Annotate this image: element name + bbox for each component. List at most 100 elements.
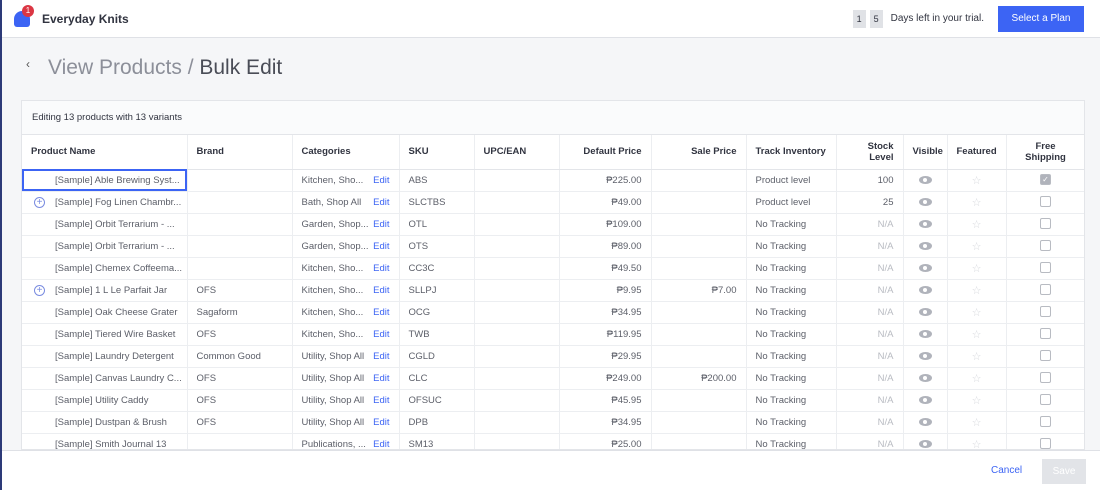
categories-cell[interactable]: Utility, Shop All Edit	[292, 411, 400, 434]
sku-cell[interactable]: OTS	[399, 235, 475, 258]
categories-cell[interactable]: Kitchen, Sho... Edit	[292, 169, 400, 192]
track-inventory-cell[interactable]: No Tracking	[746, 367, 837, 390]
default-price-cell[interactable]: ₱34.95	[559, 301, 652, 324]
brand-cell[interactable]	[187, 235, 293, 258]
brand-cell[interactable]	[187, 433, 293, 449]
eye-icon[interactable]	[918, 263, 932, 272]
free-shipping-checkbox[interactable]: ✓	[1040, 174, 1051, 186]
stock-level-cell[interactable]: 25	[836, 191, 904, 214]
free-shipping-checkbox[interactable]	[1040, 416, 1051, 428]
star-icon[interactable]: ☆	[972, 307, 982, 319]
upc-cell[interactable]	[474, 301, 560, 324]
edit-categories-link[interactable]: Edit	[373, 395, 389, 406]
brand-cell[interactable]: OFS	[187, 367, 293, 390]
sku-cell[interactable]: CC3C	[399, 257, 475, 280]
sale-price-cell[interactable]: ₱7.00	[651, 279, 747, 302]
edit-categories-link[interactable]: Edit	[373, 241, 389, 252]
default-price-cell[interactable]: ₱45.95	[559, 389, 652, 412]
visible-cell[interactable]	[903, 279, 948, 302]
upc-cell[interactable]	[474, 191, 560, 214]
column-header[interactable]: Categories	[292, 135, 400, 170]
track-inventory-cell[interactable]: No Tracking	[746, 345, 837, 368]
stock-level-cell[interactable]: N/A	[836, 279, 904, 302]
product-name-cell[interactable]: [Sample] Laundry Detergent	[22, 345, 188, 368]
stock-level-cell[interactable]: N/A	[836, 411, 904, 434]
free-shipping-cell[interactable]	[1006, 191, 1084, 214]
product-name-cell[interactable]: [Sample] Tiered Wire Basket	[22, 323, 188, 346]
edit-categories-link[interactable]: Edit	[373, 197, 389, 208]
product-name-cell[interactable]: [Sample] Dustpan & Brush	[22, 411, 188, 434]
featured-cell[interactable]: ☆	[947, 257, 1007, 280]
sku-cell[interactable]: DPB	[399, 411, 475, 434]
upc-cell[interactable]	[474, 433, 560, 449]
brand-cell[interactable]	[187, 213, 293, 236]
eye-icon[interactable]	[918, 197, 932, 206]
track-inventory-cell[interactable]: No Tracking	[746, 323, 837, 346]
stock-level-cell[interactable]: N/A	[836, 389, 904, 412]
free-shipping-checkbox[interactable]	[1040, 240, 1051, 252]
default-price-cell[interactable]: ₱249.00	[559, 367, 652, 390]
stock-level-cell[interactable]: N/A	[836, 433, 904, 449]
eye-icon[interactable]	[918, 241, 932, 250]
eye-icon[interactable]	[918, 439, 932, 448]
star-icon[interactable]: ☆	[972, 285, 982, 297]
star-icon[interactable]: ☆	[972, 241, 982, 253]
product-name-cell[interactable]: [Sample] Orbit Terrarium - ...	[22, 213, 188, 236]
breadcrumb-view-products[interactable]: View Products	[48, 56, 182, 79]
stock-level-cell[interactable]: 100	[836, 169, 904, 192]
track-inventory-cell[interactable]: No Tracking	[746, 301, 837, 324]
visible-cell[interactable]	[903, 191, 948, 214]
visible-cell[interactable]	[903, 301, 948, 324]
column-header[interactable]: UPC/EAN	[474, 135, 560, 170]
product-name-cell[interactable]: [Sample] Able Brewing Syst...	[22, 169, 188, 192]
brand-cell[interactable]: Sagaform	[187, 301, 293, 324]
sale-price-cell[interactable]	[651, 191, 747, 214]
sku-cell[interactable]: CLC	[399, 367, 475, 390]
free-shipping-cell[interactable]	[1006, 213, 1084, 236]
featured-cell[interactable]: ☆	[947, 345, 1007, 368]
brand-cell[interactable]: OFS	[187, 323, 293, 346]
star-icon[interactable]: ☆	[972, 175, 982, 187]
upc-cell[interactable]	[474, 257, 560, 280]
upc-cell[interactable]	[474, 169, 560, 192]
visible-cell[interactable]	[903, 433, 948, 449]
edit-categories-link[interactable]: Edit	[373, 373, 389, 384]
brand-cell[interactable]	[187, 191, 293, 214]
visible-cell[interactable]	[903, 367, 948, 390]
free-shipping-cell[interactable]	[1006, 433, 1084, 449]
featured-cell[interactable]: ☆	[947, 279, 1007, 302]
eye-icon[interactable]	[918, 351, 932, 360]
categories-cell[interactable]: Kitchen, Sho... Edit	[292, 279, 400, 302]
free-shipping-cell[interactable]	[1006, 411, 1084, 434]
free-shipping-cell[interactable]	[1006, 301, 1084, 324]
expand-variants-icon[interactable]: +	[34, 284, 45, 296]
brand-cell[interactable]: OFS	[187, 279, 293, 302]
edit-categories-link[interactable]: Edit	[373, 285, 389, 296]
free-shipping-cell[interactable]	[1006, 345, 1084, 368]
default-price-cell[interactable]: ₱109.00	[559, 213, 652, 236]
featured-cell[interactable]: ☆	[947, 389, 1007, 412]
featured-cell[interactable]: ☆	[947, 301, 1007, 324]
featured-cell[interactable]: ☆	[947, 367, 1007, 390]
free-shipping-cell[interactable]	[1006, 389, 1084, 412]
upc-cell[interactable]	[474, 279, 560, 302]
product-name-cell[interactable]: + [Sample] 1 L Le Parfait Jar	[22, 279, 188, 302]
eye-icon[interactable]	[918, 307, 932, 316]
featured-cell[interactable]: ☆	[947, 411, 1007, 434]
eye-icon[interactable]	[918, 395, 932, 404]
categories-cell[interactable]: Garden, Shop... Edit	[292, 235, 400, 258]
sku-cell[interactable]: SLLPJ	[399, 279, 475, 302]
column-header[interactable]: Track Inventory	[746, 135, 837, 170]
sale-price-cell[interactable]	[651, 257, 747, 280]
visible-cell[interactable]	[903, 213, 948, 236]
visible-cell[interactable]	[903, 257, 948, 280]
brand-cell[interactable]: OFS	[187, 389, 293, 412]
categories-cell[interactable]: Kitchen, Sho... Edit	[292, 323, 400, 346]
column-header[interactable]: Product Name	[22, 135, 188, 170]
sku-cell[interactable]: CGLD	[399, 345, 475, 368]
track-inventory-cell[interactable]: Product level	[746, 169, 837, 192]
chevron-left-icon[interactable]: ‹	[26, 57, 30, 71]
eye-icon[interactable]	[918, 329, 932, 338]
eye-icon[interactable]	[918, 417, 932, 426]
column-header[interactable]: Visible	[903, 135, 948, 170]
